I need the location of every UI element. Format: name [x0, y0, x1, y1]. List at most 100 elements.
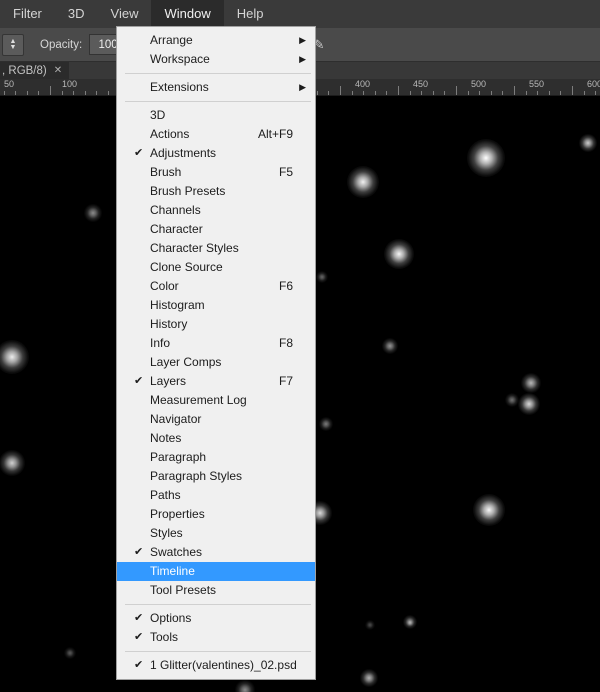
menu-item-paths[interactable]: Paths — [117, 486, 315, 505]
menu-item-clone-source[interactable]: Clone Source — [117, 258, 315, 277]
ruler-tick — [317, 91, 318, 95]
ruler-tick — [340, 86, 341, 95]
menu-item-notes[interactable]: Notes — [117, 429, 315, 448]
menu-item-adjustments[interactable]: ✔ Adjustments — [117, 144, 315, 163]
document-tab-title: , RGB/8) — [2, 64, 47, 77]
menubar-item-filter[interactable]: Filter — [0, 0, 55, 28]
menu-item-label: History — [150, 317, 188, 331]
menu-item-extensions[interactable]: Extensions ▶ — [117, 78, 315, 97]
menu-item-label: Layer Comps — [150, 355, 222, 369]
glitter-dot — [518, 393, 540, 415]
menubar-item-window[interactable]: Window — [151, 0, 224, 28]
ruler-tick — [62, 91, 63, 95]
glitter-dot — [579, 134, 597, 152]
glitter-dot — [467, 139, 505, 177]
opacity-stepper[interactable]: ▲ ▼ — [2, 33, 24, 56]
menubar-item-3d[interactable]: 3D — [55, 0, 98, 28]
document-tab[interactable]: , RGB/8) ✕ — [0, 62, 70, 79]
menu-item-label: Tools — [150, 630, 179, 644]
menu-item-shortcut: F8 — [278, 336, 293, 350]
glitter-dot — [316, 271, 328, 283]
ruler-label: 500 — [471, 79, 487, 89]
checkmark-icon: ✔ — [134, 147, 144, 159]
submenu-arrow-icon: ▶ — [299, 35, 306, 45]
menu-item-info[interactable]: Info F8 — [117, 334, 315, 353]
ruler-tick — [108, 91, 109, 95]
menu-item-shortcut: F7 — [278, 374, 293, 388]
menu-item-label: Paragraph — [150, 450, 207, 464]
ruler-tick — [549, 91, 550, 95]
menu-item-3d[interactable]: 3D — [117, 106, 315, 125]
menu-item-swatches[interactable]: ✔ Swatches — [117, 543, 315, 562]
menu-item-brush[interactable]: Brush F5 — [117, 163, 315, 182]
ruler-tick — [468, 91, 469, 95]
glitter-dot — [84, 204, 102, 222]
up-down-arrows-icon: ▲ ▼ — [9, 37, 17, 51]
submenu-arrow-icon: ▶ — [299, 54, 306, 64]
glitter-dot — [0, 340, 29, 374]
menu-item-character-styles[interactable]: Character Styles — [117, 239, 315, 258]
menu-item-layer-comps[interactable]: Layer Comps — [117, 353, 315, 372]
ruler-tick — [560, 91, 561, 95]
menu-item-label: Arrange — [150, 33, 193, 47]
ruler-tick — [479, 91, 480, 95]
menu-item-arrange[interactable]: Arrange ▶ — [117, 31, 315, 50]
menu-item-styles[interactable]: Styles — [117, 524, 315, 543]
glitter-dot — [505, 393, 519, 407]
close-icon[interactable]: ✕ — [54, 65, 62, 76]
menu-separator — [125, 73, 311, 74]
menu-item-color[interactable]: Color F6 — [117, 277, 315, 296]
menu-item-1-glitter-valentines-02-psd[interactable]: ✔ 1 Glitter(valentines)_02.psd — [117, 656, 315, 675]
ruler-tick — [456, 86, 457, 95]
submenu-arrow-icon: ▶ — [299, 82, 306, 92]
ruler-tick — [514, 86, 515, 95]
menu-item-timeline[interactable]: Timeline — [117, 562, 315, 581]
menu-item-label: Measurement Log — [150, 393, 247, 407]
menu-item-options[interactable]: ✔ Options — [117, 609, 315, 628]
menu-item-label: Color — [150, 279, 179, 293]
menu-separator — [125, 101, 311, 102]
menu-item-label: Options — [150, 611, 192, 625]
menu-item-workspace[interactable]: Workspace ▶ — [117, 50, 315, 69]
ruler-tick — [15, 91, 16, 95]
menu-item-label: Paths — [150, 488, 181, 502]
menu-item-paragraph-styles[interactable]: Paragraph Styles — [117, 467, 315, 486]
glitter-dot — [319, 417, 333, 431]
ruler-tick — [410, 91, 411, 95]
menu-item-layers[interactable]: ✔ Layers F7 — [117, 372, 315, 391]
menu-item-brush-presets[interactable]: Brush Presets — [117, 182, 315, 201]
menu-item-label: Histogram — [150, 298, 205, 312]
menu-item-actions[interactable]: Actions Alt+F9 — [117, 125, 315, 144]
checkmark-icon: ✔ — [134, 612, 144, 624]
ruler-tick — [96, 91, 97, 95]
menu-item-tools[interactable]: ✔ Tools — [117, 628, 315, 647]
menu-item-channels[interactable]: Channels — [117, 201, 315, 220]
opacity-label: Opacity: — [40, 38, 83, 51]
menu-item-label: Clone Source — [150, 260, 223, 274]
menu-item-character[interactable]: Character — [117, 220, 315, 239]
ruler-tick — [584, 91, 585, 95]
menu-item-history[interactable]: History — [117, 315, 315, 334]
menu-item-histogram[interactable]: Histogram — [117, 296, 315, 315]
glitter-dot — [521, 373, 541, 393]
menu-item-navigator[interactable]: Navigator — [117, 410, 315, 429]
menu-item-label: Navigator — [150, 412, 202, 426]
ruler-tick — [27, 91, 28, 95]
glitter-dot — [64, 647, 76, 659]
menubar-item-help[interactable]: Help — [224, 0, 277, 28]
ruler-tick — [4, 91, 5, 95]
menu-item-label: 1 Glitter(valentines)_02.psd — [150, 658, 297, 672]
menu-item-paragraph[interactable]: Paragraph — [117, 448, 315, 467]
menu-item-label: Character — [150, 222, 203, 236]
ruler-label: 600 — [587, 79, 600, 89]
menu-item-tool-presets[interactable]: Tool Presets — [117, 581, 315, 600]
glitter-dot — [365, 620, 375, 630]
menu-item-properties[interactable]: Properties — [117, 505, 315, 524]
menubar-item-view[interactable]: View — [98, 0, 152, 28]
ruler-tick — [363, 91, 364, 95]
menu-item-label: Properties — [150, 507, 205, 521]
menu-item-label: Workspace — [150, 52, 210, 66]
ruler-tick — [328, 91, 329, 95]
menu-item-measurement-log[interactable]: Measurement Log — [117, 391, 315, 410]
menu-separator — [125, 604, 311, 605]
